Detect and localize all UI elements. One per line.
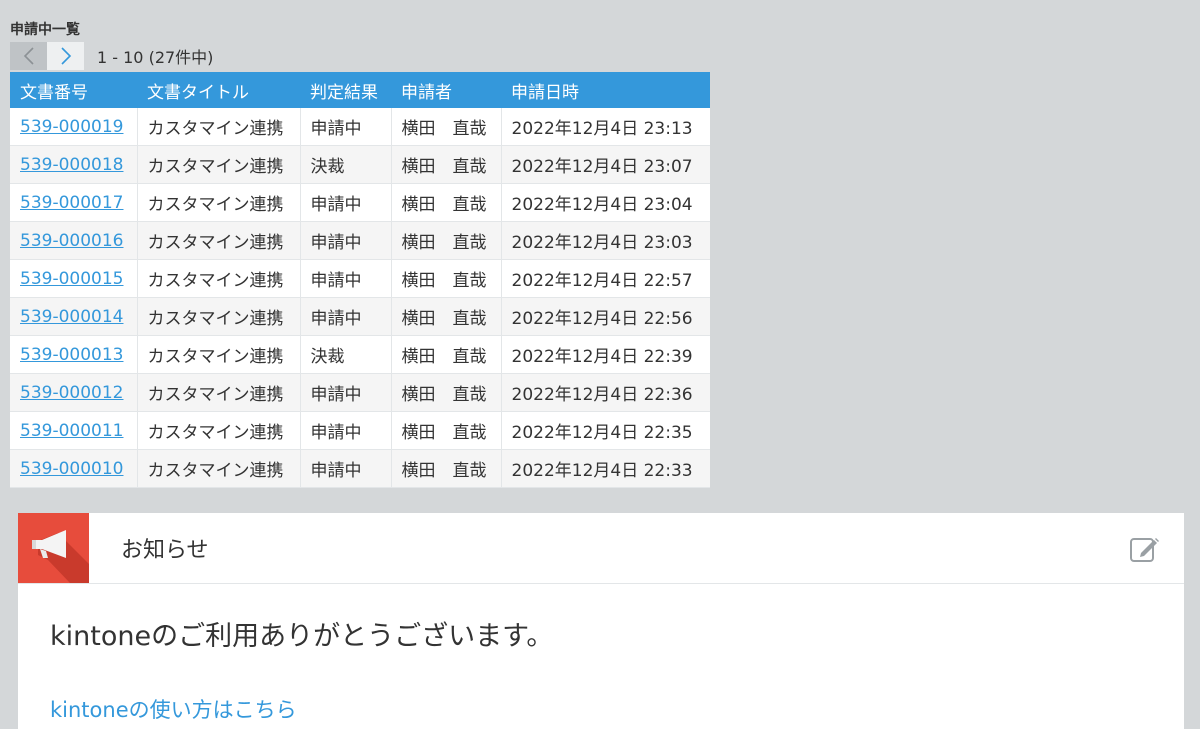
table-body: 539-000019 カスタマイン連携 申請中 横田 直哉 2022年12月4日 23:…	[10, 108, 710, 488]
cell-result: 決裁	[300, 145, 392, 184]
table-row: 539-000013 カスタマイン連携 決裁 横田 直哉 2022年12月4日 22:3…	[10, 335, 710, 374]
cell-applied-at: 2022年12月4日 22:36	[501, 373, 710, 412]
table-row: 539-000016 カスタマイン連携 申請中 横田 直哉 2022年12月4日 23:…	[10, 221, 710, 260]
portal-page: 申請中一覧 1 - 10 (27件中) 文書番号 文書タイトル 判定結果 申請者…	[0, 0, 1200, 729]
doc-number-link[interactable]: 539-000013	[20, 345, 123, 365]
doc-number-link[interactable]: 539-000011	[20, 421, 123, 441]
edit-icon	[1130, 538, 1159, 562]
cell-doc-number: 539-000012	[10, 373, 138, 412]
cell-doc-number: 539-000015	[10, 259, 138, 298]
cell-doc-number: 539-000017	[10, 183, 138, 222]
cell-result: 申請中	[300, 449, 392, 488]
cell-doc-title: カスタマイン連携	[137, 373, 301, 412]
cell-applied-at: 2022年12月4日 22:56	[501, 297, 710, 336]
edit-button[interactable]	[1128, 533, 1160, 565]
cell-result: 申請中	[300, 411, 392, 450]
table-row: 539-000019 カスタマイン連携 申請中 横田 直哉 2022年12月4日 23:…	[10, 108, 710, 146]
table-row: 539-000010 カスタマイン連携 申請中 横田 直哉 2022年12月4日 22:…	[10, 449, 710, 488]
cell-applied-at: 2022年12月4日 23:07	[501, 145, 710, 184]
table-row: 539-000017 カスタマイン連携 申請中 横田 直哉 2022年12月4日 23:…	[10, 183, 710, 222]
cell-doc-title: カスタマイン連携	[137, 108, 301, 146]
doc-number-link[interactable]: 539-000012	[20, 383, 123, 403]
cell-doc-title: カスタマイン連携	[137, 145, 301, 184]
cell-applied-at: 2022年12月4日 23:04	[501, 183, 710, 222]
pager-prev-button[interactable]	[10, 42, 47, 70]
column-header-applicant[interactable]: 申請者	[391, 72, 501, 108]
doc-number-link[interactable]: 539-000010	[20, 459, 123, 479]
cell-applicant: 横田 直哉	[391, 183, 502, 222]
doc-number-link[interactable]: 539-000015	[20, 269, 123, 289]
cell-doc-number: 539-000016	[10, 221, 138, 260]
pager-range: 1 - 10 (27件中)	[97, 48, 214, 67]
notice-title: お知らせ	[121, 538, 209, 563]
cell-doc-number: 539-000018	[10, 145, 138, 184]
cell-result: 申請中	[300, 183, 392, 222]
cell-applied-at: 2022年12月4日 22:39	[501, 335, 710, 374]
cell-applicant: 横田 直哉	[391, 335, 502, 374]
table-row: 539-000014 カスタマイン連携 申請中 横田 直哉 2022年12月4日 22:…	[10, 297, 710, 336]
cell-doc-title: カスタマイン連携	[137, 259, 301, 298]
cell-doc-title: カスタマイン連携	[137, 183, 301, 222]
cell-applicant: 横田 直哉	[391, 221, 502, 260]
cell-doc-title: カスタマイン連携	[137, 449, 301, 488]
column-header-doc-number[interactable]: 文書番号	[10, 72, 137, 108]
cell-result: 決裁	[300, 335, 392, 374]
pending-list: 申請中一覧 1 - 10 (27件中) 文書番号 文書タイトル 判定結果 申請者…	[10, 18, 710, 488]
table-row: 539-000011 カスタマイン連携 申請中 横田 直哉 2022年12月4日 22:…	[10, 411, 710, 450]
cell-applicant: 横田 直哉	[391, 259, 502, 298]
table-row: 539-000018 カスタマイン連携 決裁 横田 直哉 2022年12月4日 23:0…	[10, 145, 710, 184]
cell-doc-number: 539-000010	[10, 449, 138, 488]
doc-number-link[interactable]: 539-000019	[20, 117, 123, 137]
cell-result: 申請中	[300, 259, 392, 298]
cell-applied-at: 2022年12月4日 23:03	[501, 221, 710, 260]
megaphone-icon	[18, 513, 89, 583]
pending-table: 文書番号 文書タイトル 判定結果 申請者 申請日時 539-000019 カスタマ…	[10, 72, 710, 488]
cell-doc-title: カスタマイン連携	[137, 335, 301, 374]
cell-doc-number: 539-000011	[10, 411, 138, 450]
cell-doc-title: カスタマイン連携	[137, 411, 301, 450]
doc-number-link[interactable]: 539-000018	[20, 155, 123, 175]
table-row: 539-000012 カスタマイン連携 申請中 横田 直哉 2022年12月4日 22:…	[10, 373, 710, 412]
table-row: 539-000015 カスタマイン連携 申請中 横田 直哉 2022年12月4日 22:…	[10, 259, 710, 298]
list-title: 申請中一覧	[10, 22, 80, 38]
cell-applicant: 横田 直哉	[391, 411, 502, 450]
cell-doc-number: 539-000019	[10, 108, 138, 146]
column-header-applied-at[interactable]: 申請日時	[501, 72, 710, 108]
column-header-result[interactable]: 判定結果	[300, 72, 391, 108]
cell-applicant: 横田 直哉	[391, 145, 502, 184]
cell-result: 申請中	[300, 297, 392, 336]
cell-doc-title: カスタマイン連携	[137, 221, 301, 260]
column-header-doc-title[interactable]: 文書タイトル	[137, 72, 300, 108]
cell-doc-title: カスタマイン連携	[137, 297, 301, 336]
table-header-row: 文書番号 文書タイトル 判定結果 申請者 申請日時	[10, 72, 710, 108]
pager-next-button[interactable]	[47, 42, 84, 70]
cell-applied-at: 2022年12月4日 22:33	[501, 449, 710, 488]
doc-number-link[interactable]: 539-000017	[20, 193, 123, 213]
doc-number-link[interactable]: 539-000014	[20, 307, 123, 327]
cell-applicant: 横田 直哉	[391, 449, 502, 488]
notice-panel: お知らせ kintoneのご利用ありがとうございます。 kintoneの使い方は…	[18, 513, 1184, 729]
cell-applied-at: 2022年12月4日 23:13	[501, 108, 710, 146]
cell-result: 申請中	[300, 373, 392, 412]
cell-result: 申請中	[300, 108, 392, 146]
notice-message: kintoneのご利用ありがとうございます。	[50, 621, 554, 652]
cell-applied-at: 2022年12月4日 22:35	[501, 411, 710, 450]
chevron-right-icon	[60, 47, 71, 65]
cell-doc-number: 539-000013	[10, 335, 138, 374]
doc-number-link[interactable]: 539-000016	[20, 231, 123, 251]
chevron-left-icon	[23, 47, 34, 65]
cell-applicant: 横田 直哉	[391, 373, 502, 412]
pager: 1 - 10 (27件中)	[10, 42, 710, 70]
cell-applicant: 横田 直哉	[391, 297, 502, 336]
notice-body: kintoneのご利用ありがとうございます。 kintoneの使い方はこちら	[18, 620, 1184, 724]
cell-result: 申請中	[300, 221, 392, 260]
notice-header: お知らせ	[18, 513, 1184, 584]
help-link[interactable]: kintoneの使い方はこちら	[50, 694, 297, 724]
cell-doc-number: 539-000014	[10, 297, 138, 336]
cell-applied-at: 2022年12月4日 22:57	[501, 259, 710, 298]
cell-applicant: 横田 直哉	[391, 108, 502, 146]
